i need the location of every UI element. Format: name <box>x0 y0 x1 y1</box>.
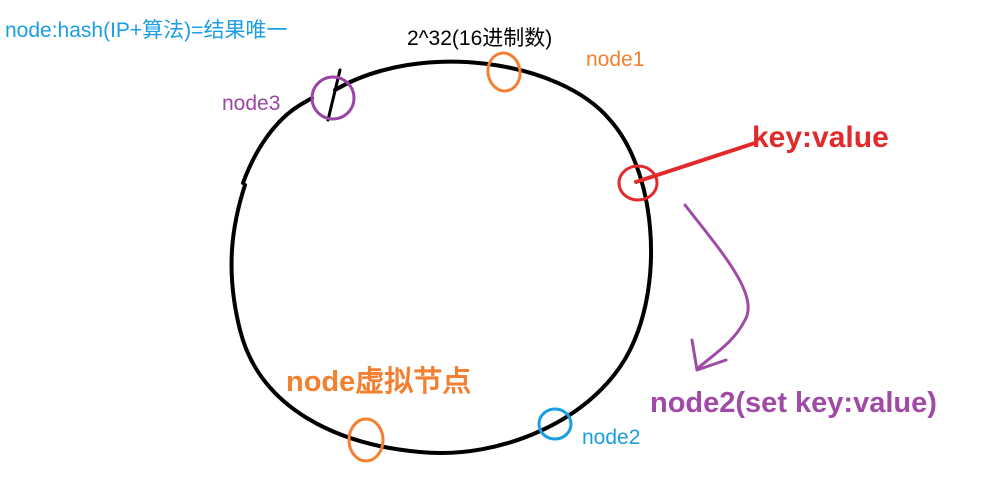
move-arrow-head <box>690 338 728 372</box>
node1-label: node1 <box>586 48 645 71</box>
formula-label: node:hash(IP+算法)=结果唯一 <box>5 19 288 42</box>
node2-label: node2 <box>582 426 641 449</box>
ring-size-label: 2^32(16进制数) <box>407 27 553 50</box>
node3-label: node3 <box>222 92 281 115</box>
virtual-node-label: node虚拟节点 <box>286 366 472 398</box>
node1-marker <box>486 51 522 93</box>
move-arrow <box>683 203 750 370</box>
key-value-label: key:value <box>752 121 889 154</box>
node2-set-label: node2(set key:value) <box>650 387 937 419</box>
key-pointer-line <box>634 141 757 184</box>
